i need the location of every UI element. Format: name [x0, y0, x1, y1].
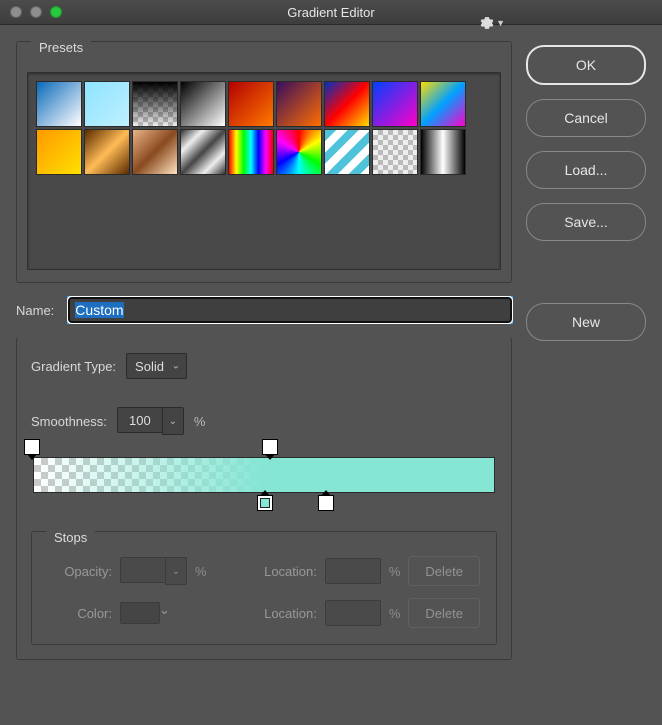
name-row: Name:	[16, 297, 512, 323]
preset-swatch[interactable]	[324, 81, 370, 127]
name-input[interactable]	[68, 297, 512, 323]
preset-swatch[interactable]	[36, 81, 82, 127]
new-button[interactable]: New	[526, 303, 646, 341]
stops-group: Stops Opacity: ⌄ % Location: % Delete	[31, 531, 497, 645]
minimize-window-icon[interactable]	[30, 6, 42, 18]
preset-swatch[interactable]	[420, 81, 466, 127]
opacity-stop-handle[interactable]	[262, 439, 278, 455]
content-area: Presets ▼ Name: Gradient Type: Solid	[0, 25, 662, 670]
preset-swatch[interactable]	[132, 129, 178, 175]
zoom-window-icon[interactable]	[50, 6, 62, 18]
preset-swatch[interactable]	[180, 81, 226, 127]
presets-menu-button[interactable]: ▼	[480, 16, 505, 30]
preset-swatch[interactable]	[420, 129, 466, 175]
gradient-bar[interactable]	[33, 457, 495, 493]
color-stop-handle[interactable]	[257, 495, 273, 511]
opacity-stop-row: Opacity: ⌄ % Location: % Delete	[48, 556, 480, 586]
opacity-label: Opacity:	[48, 564, 112, 579]
presets-list	[27, 72, 501, 270]
color-delete-button: Delete	[408, 598, 480, 628]
gradient-bar-area	[31, 457, 497, 493]
gradient-type-row: Gradient Type: Solid ⌄	[31, 353, 497, 379]
opacity-value-combo: ⌄	[120, 557, 187, 585]
color-swatch	[120, 602, 160, 624]
preset-swatch[interactable]	[276, 129, 322, 175]
color-stop-row: Color: ⌄ Location: % Delete	[48, 598, 480, 628]
window-title: Gradient Editor	[0, 5, 662, 20]
gradient-type-value: Solid	[135, 359, 164, 374]
smoothness-row: Smoothness: 100 ⌄ %	[31, 407, 497, 435]
chevron-down-icon: ▼	[496, 18, 505, 28]
preset-swatch[interactable]	[36, 129, 82, 175]
preset-swatch[interactable]	[180, 129, 226, 175]
preset-swatch[interactable]	[324, 129, 370, 175]
ok-button[interactable]: OK	[526, 45, 646, 85]
preset-swatch[interactable]	[372, 81, 418, 127]
smoothness-unit: %	[194, 414, 206, 429]
button-column: OK Cancel Load... Save... New	[526, 41, 646, 660]
gradient-editor-group: Gradient Type: Solid ⌄ Smoothness: 100 ⌄…	[16, 337, 512, 660]
smoothness-combo[interactable]: 100 ⌄	[117, 407, 184, 435]
preset-swatch[interactable]	[84, 81, 130, 127]
load-button[interactable]: Load...	[526, 151, 646, 189]
gradient-type-select[interactable]: Solid ⌄	[126, 353, 187, 379]
left-column: Presets ▼ Name: Gradient Type: Solid	[16, 41, 512, 660]
opacity-location-label: Location:	[253, 564, 317, 579]
gear-icon	[480, 16, 494, 30]
chevron-down-icon[interactable]: ⌄	[162, 407, 184, 435]
chevron-down-icon: ⌄	[159, 602, 170, 624]
color-location-label: Location:	[253, 606, 317, 621]
preset-swatch[interactable]	[228, 129, 274, 175]
chevron-down-icon: ⌄	[172, 361, 180, 372]
opacity-value-field	[120, 557, 165, 583]
title-bar: Gradient Editor	[0, 0, 662, 25]
preset-swatch[interactable]	[228, 81, 274, 127]
opacity-stop-handle[interactable]	[24, 439, 40, 455]
preset-swatch[interactable]	[372, 129, 418, 175]
save-button[interactable]: Save...	[526, 203, 646, 241]
name-label: Name:	[16, 303, 54, 318]
opacity-location-field	[325, 558, 381, 584]
preset-swatch[interactable]	[276, 81, 322, 127]
color-label: Color:	[48, 606, 112, 621]
presets-legend: Presets	[31, 40, 91, 55]
preset-swatch[interactable]	[84, 129, 130, 175]
color-location-unit: %	[389, 606, 401, 621]
stops-legend: Stops	[46, 530, 95, 545]
preset-swatch[interactable]	[132, 81, 178, 127]
smoothness-value[interactable]: 100	[117, 407, 162, 433]
opacity-delete-button: Delete	[408, 556, 480, 586]
cancel-button[interactable]: Cancel	[526, 99, 646, 137]
opacity-location-unit: %	[389, 564, 401, 579]
close-window-icon[interactable]	[10, 6, 22, 18]
color-location-field	[325, 600, 381, 626]
opacity-unit: %	[195, 564, 207, 579]
gradient-type-label: Gradient Type:	[31, 359, 116, 374]
presets-group: Presets ▼	[16, 41, 512, 283]
smoothness-label: Smoothness:	[31, 414, 107, 429]
traffic-lights	[0, 6, 62, 18]
chevron-down-icon: ⌄	[165, 557, 187, 585]
color-stop-handle[interactable]	[318, 495, 334, 511]
